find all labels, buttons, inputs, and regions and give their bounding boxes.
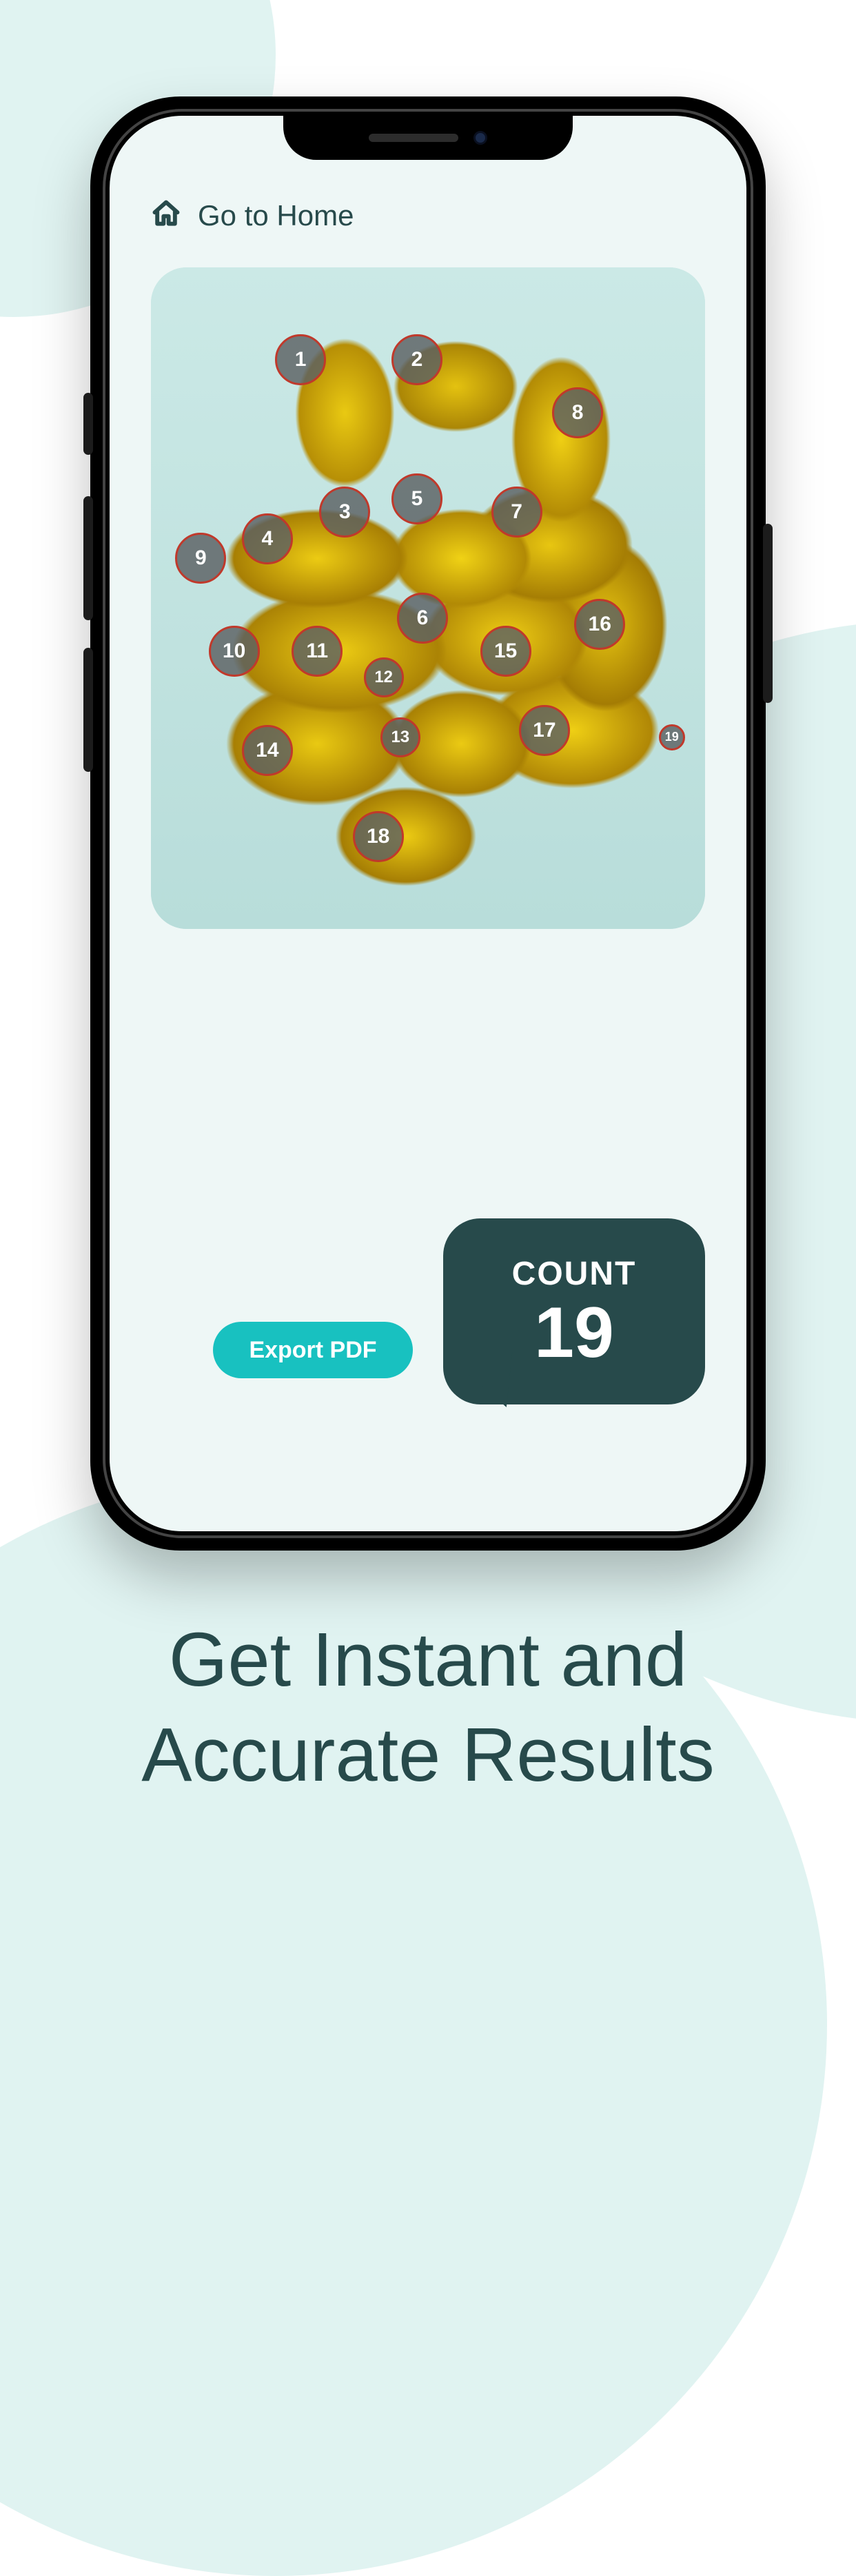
actions-area: Export PDF COUNT 19: [151, 1218, 705, 1425]
detection-marker[interactable]: 14: [242, 725, 293, 776]
detection-marker[interactable]: 5: [391, 473, 442, 524]
tagline-line: Get Instant and: [55, 1613, 801, 1708]
phone-side-button: [83, 393, 93, 455]
detection-marker[interactable]: 8: [552, 387, 603, 438]
export-pdf-button[interactable]: Export PDF: [213, 1322, 413, 1378]
count-value: 19: [534, 1297, 614, 1369]
detection-marker[interactable]: 16: [574, 599, 625, 650]
go-home-label: Go to Home: [198, 199, 354, 232]
home-icon: [151, 198, 181, 232]
phone-frame: Go to Home 12835749610111215161314171918…: [90, 96, 766, 1551]
detection-marker[interactable]: 18: [353, 811, 404, 862]
detection-image[interactable]: 12835749610111215161314171918: [151, 267, 705, 929]
detection-marker[interactable]: 9: [175, 533, 226, 584]
detection-marker[interactable]: 13: [380, 717, 420, 757]
phone-side-button: [763, 524, 773, 703]
count-bubble: COUNT 19: [443, 1218, 705, 1404]
count-label: COUNT: [512, 1255, 637, 1293]
detection-marker[interactable]: 12: [364, 657, 404, 697]
marketing-tagline: Get Instant and Accurate Results: [0, 1613, 856, 1802]
detection-marker[interactable]: 3: [319, 487, 370, 538]
detection-marker[interactable]: 6: [397, 593, 448, 644]
tagline-line: Accurate Results: [55, 1708, 801, 1803]
detection-marker[interactable]: 17: [519, 705, 570, 756]
phone-side-button: [83, 496, 93, 620]
detection-marker[interactable]: 19: [659, 724, 685, 750]
camera-icon: [473, 131, 487, 145]
detection-marker[interactable]: 10: [209, 626, 260, 677]
detection-marker[interactable]: 15: [480, 626, 531, 677]
detection-marker[interactable]: 7: [491, 487, 542, 538]
go-home-link[interactable]: Go to Home: [151, 198, 705, 232]
detection-marker[interactable]: 4: [242, 513, 293, 564]
detection-marker[interactable]: 11: [292, 626, 343, 677]
app-screen: Go to Home 12835749610111215161314171918…: [110, 116, 746, 1531]
phone-notch: [283, 116, 573, 160]
phone-side-button: [83, 648, 93, 772]
speaker-icon: [369, 134, 458, 142]
detection-marker[interactable]: 1: [275, 334, 326, 385]
detection-marker[interactable]: 2: [391, 334, 442, 385]
